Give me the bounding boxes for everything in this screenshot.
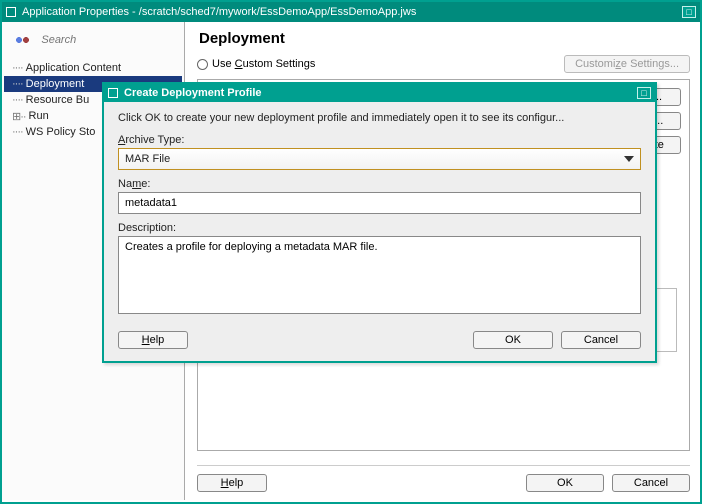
- dialog-max-icon[interactable]: □: [637, 87, 651, 99]
- tree-label: Resource Bu: [26, 94, 90, 106]
- dialog-message: Click OK to create your new deployment p…: [118, 112, 641, 124]
- app-icon: [6, 7, 16, 17]
- dialog-button-row: Help Help OK Cancel: [118, 331, 641, 349]
- dialog-ok-button[interactable]: OK: [473, 331, 553, 349]
- binoculars-icon: [14, 34, 29, 46]
- settings-row: Use Custom Settings Use Custom Settings …: [197, 55, 690, 73]
- customize-settings-button[interactable]: Customize Settings...: [564, 55, 690, 73]
- archive-type-label: Archive Type:: [118, 134, 641, 146]
- dialog-title: Create Deployment Profile: [124, 87, 635, 99]
- window-title: Application Properties - /scratch/sched7…: [22, 6, 680, 18]
- chevron-down-icon: [622, 152, 636, 166]
- dialog-icon: [108, 88, 118, 98]
- dialog-titlebar: Create Deployment Profile □: [104, 84, 655, 102]
- name-label: Name:: [118, 178, 641, 190]
- help-button[interactable]: Help: [197, 474, 267, 492]
- tree-label: WS Policy Sto: [26, 126, 96, 138]
- window-titlebar: Application Properties - /scratch/sched7…: [2, 2, 700, 22]
- tree-label: Run: [29, 110, 49, 122]
- description-label: Description:: [118, 222, 641, 234]
- dropdown-value: MAR File: [125, 153, 170, 165]
- search-row: [8, 28, 178, 52]
- tree-item-app-content[interactable]: ····Application Content: [4, 60, 182, 76]
- radio-icon: [197, 59, 208, 70]
- search-input[interactable]: [35, 31, 172, 49]
- page-title: Deployment: [199, 30, 690, 47]
- create-profile-dialog: Create Deployment Profile □ Click OK to …: [102, 82, 657, 363]
- archive-type-dropdown[interactable]: MAR File: [118, 148, 641, 170]
- dialog-body: Click OK to create your new deployment p…: [104, 102, 655, 361]
- name-input[interactable]: [118, 192, 641, 214]
- app-window: Application Properties - /scratch/sched7…: [0, 0, 702, 504]
- tree-label: Application Content: [26, 62, 121, 74]
- main-button-bar: Help Help OK Cancel: [197, 465, 690, 492]
- dialog-cancel-button[interactable]: Cancel: [561, 331, 641, 349]
- tree-label: Deployment: [26, 78, 85, 90]
- cancel-button[interactable]: Cancel: [612, 474, 690, 492]
- radio-label: Use Custom Settings: [212, 58, 315, 70]
- use-custom-radio[interactable]: Use Custom Settings Use Custom Settings: [197, 58, 315, 70]
- description-textarea: Creates a profile for deploying a metada…: [118, 236, 641, 314]
- maximize-icon[interactable]: □: [682, 6, 696, 18]
- ok-button[interactable]: OK: [526, 474, 604, 492]
- dialog-help-button[interactable]: Help: [118, 331, 188, 349]
